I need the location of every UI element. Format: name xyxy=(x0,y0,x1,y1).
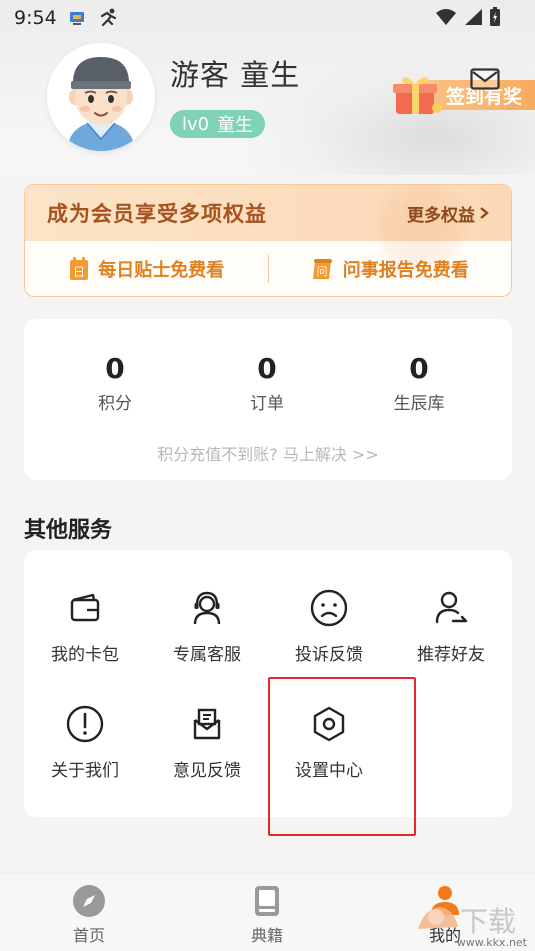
avatar[interactable] xyxy=(47,43,155,151)
wallet-icon xyxy=(70,593,100,622)
wifi-icon xyxy=(435,8,457,31)
level-badge: lv0 童生 xyxy=(170,110,266,138)
feedback-mail-icon xyxy=(193,708,221,740)
service-label: 推荐好友 xyxy=(417,645,485,665)
watermark-logo: 下载 xyxy=(418,905,516,938)
compass-icon xyxy=(73,885,105,917)
svg-text:下载: 下载 xyxy=(460,905,516,938)
benefit-daily-tips-label: 每日贴士免费看 xyxy=(98,259,225,281)
service-label: 意见反馈 xyxy=(173,761,241,781)
user-share-icon xyxy=(435,591,468,624)
service-wallet[interactable]: 我的卡包 xyxy=(24,550,146,665)
vip-more-link[interactable]: 更多权益 xyxy=(407,201,489,226)
service-label: 我的卡包 xyxy=(51,645,119,665)
service-label: 投诉反馈 xyxy=(295,645,363,665)
stat-orders[interactable]: 0 订单 xyxy=(191,352,343,414)
scroll-report-icon: 问 xyxy=(312,258,332,279)
stat-label: 积分 xyxy=(98,394,132,414)
stat-value: 0 xyxy=(409,352,429,385)
stat-points[interactable]: 0 积分 xyxy=(39,352,191,414)
stats-card: 0 积分 0 订单 0 生辰库 积分充值不到账? 马上解决 >> xyxy=(24,319,512,480)
gift-icon xyxy=(390,72,442,118)
stat-value: 0 xyxy=(257,352,277,385)
calendar-day-icon: 日 xyxy=(70,256,89,280)
benefit-daily-tips[interactable]: 日 每日贴士免费看 xyxy=(25,256,268,282)
service-complaint[interactable]: 投诉反馈 xyxy=(268,550,390,665)
checkin-button[interactable]: 签到有奖 xyxy=(390,72,535,118)
vip-more-label: 更多权益 xyxy=(407,205,475,226)
service-feedback[interactable]: 意见反馈 xyxy=(146,666,268,781)
vip-card[interactable]: 成为会员享受多项权益 更多权益 日 每日贴士免费看 问 问事报告免费看 xyxy=(24,184,512,297)
status-time: 9:54 xyxy=(14,7,57,29)
nav-classics[interactable]: 典籍 xyxy=(178,874,356,951)
info-exclaim-icon xyxy=(66,705,104,743)
chevron-right-icon xyxy=(480,207,489,219)
service-about-us[interactable]: 关于我们 xyxy=(24,666,146,781)
signal-icon xyxy=(463,8,483,31)
watermark-url: www.kkx.net xyxy=(456,936,527,949)
customer-service-icon xyxy=(193,591,221,625)
stat-label: 订单 xyxy=(250,394,284,414)
status-bar: 9:54 xyxy=(0,0,535,36)
sad-face-icon xyxy=(310,589,348,627)
watermark: 下载 www.kkx.net xyxy=(414,899,529,949)
nav-home[interactable]: 首页 xyxy=(0,874,178,951)
battery-icon xyxy=(489,7,501,32)
book-icon xyxy=(255,886,279,916)
svg-text:日: 日 xyxy=(73,265,85,279)
username: 游客 童生 xyxy=(170,58,301,92)
stats-row: 0 积分 0 订单 0 生辰库 xyxy=(24,352,512,414)
nav-label: 首页 xyxy=(72,926,105,945)
highlight-box xyxy=(268,677,416,836)
benefit-report[interactable]: 问 问事报告免费看 xyxy=(269,256,512,282)
service-label: 专属客服 xyxy=(173,645,241,665)
stat-birth-library[interactable]: 0 生辰库 xyxy=(343,352,495,414)
app-notification-icon xyxy=(69,10,85,26)
service-refer-friend[interactable]: 推荐好友 xyxy=(390,550,512,665)
service-customer-support[interactable]: 专属客服 xyxy=(146,550,268,665)
level-value: lv0 xyxy=(182,113,210,135)
vip-benefits: 日 每日贴士免费看 问 问事报告免费看 xyxy=(25,241,511,296)
vip-banner[interactable]: 成为会员享受多项权益 更多权益 xyxy=(25,185,511,277)
service-label: 关于我们 xyxy=(51,761,119,781)
services-section-title: 其他服务 xyxy=(24,518,113,543)
mail-icon[interactable] xyxy=(470,68,500,90)
benefit-report-label: 问事报告免费看 xyxy=(342,259,469,281)
level-title: 童生 xyxy=(217,115,254,136)
recharge-help-link[interactable]: 积分充值不到账? 马上解决 >> xyxy=(24,441,512,465)
svg-text:问: 问 xyxy=(316,265,327,278)
running-activity-icon xyxy=(97,8,119,28)
nav-label: 典籍 xyxy=(250,926,283,945)
stat-label: 生辰库 xyxy=(393,394,445,414)
stat-value: 0 xyxy=(105,352,125,385)
vip-title: 成为会员享受多项权益 xyxy=(47,202,267,226)
